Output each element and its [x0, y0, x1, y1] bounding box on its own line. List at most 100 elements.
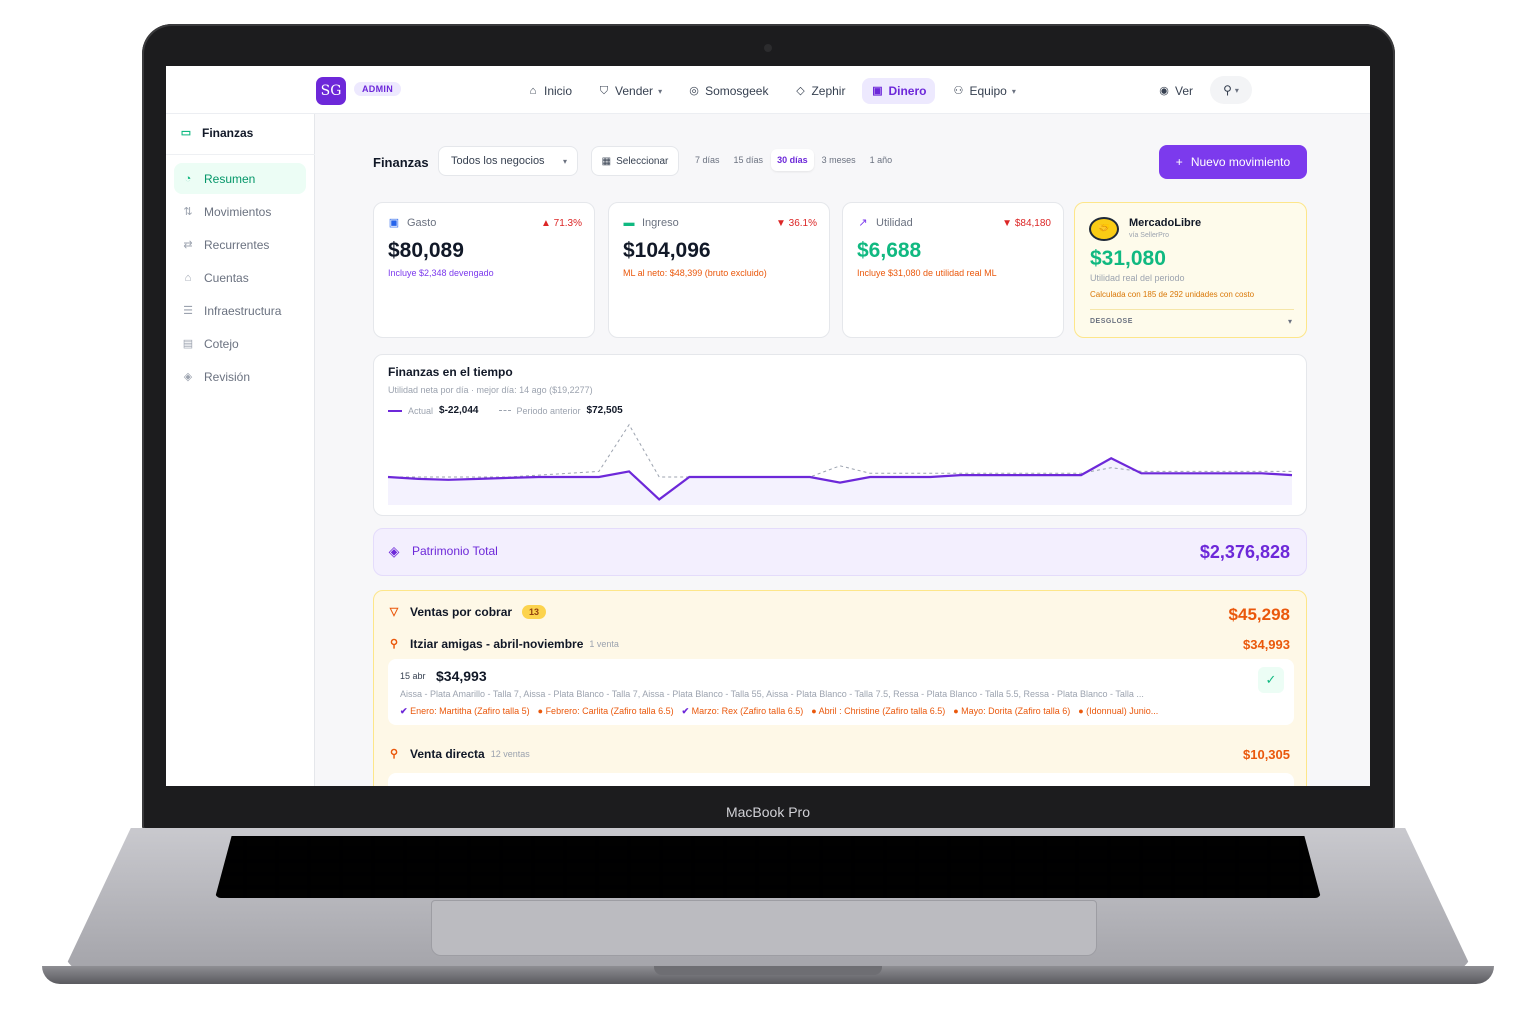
webcam: [764, 44, 772, 52]
nav-vender[interactable]: ⛉ Vender ▾: [589, 78, 671, 104]
note-item: ● (Idonnual) Junio...: [1078, 706, 1158, 717]
check-icon: ✔: [400, 706, 408, 716]
chevron-down-icon: ▾: [1234, 85, 1239, 95]
nav-label: Somosgeek: [705, 84, 769, 98]
device-label: MacBook Pro: [725, 804, 811, 820]
period-1-year[interactable]: 1 año: [864, 149, 899, 171]
trend-icon: ↗: [858, 217, 868, 229]
circle-icon: ●: [811, 706, 817, 716]
patrimonio-card[interactable]: ◈ Patrimonio Total $2,376,828: [373, 528, 1307, 576]
main-nav: ⌂ Inicio ⛉ Vender ▾ ◎ Somosgeek ◇ Zephir ▣ Din…: [518, 78, 1025, 104]
sidebar-item-revision[interactable]: ◈ Revisión: [174, 361, 306, 392]
group-header[interactable]: ⚲ Itziar amigas - abril-noviembre 1 venta: [388, 637, 619, 651]
keyboard: [215, 836, 1321, 898]
sidebar-item-recurrentes[interactable]: ⇄ Recurrentes: [174, 229, 306, 260]
sidebar-item-cotejo[interactable]: ▤ Cotejo: [174, 328, 306, 359]
sidebar-item-label: Movimientos: [204, 204, 272, 219]
group-total: $34,993: [1243, 637, 1290, 652]
card-icon: ▤: [182, 337, 194, 350]
divider: [1090, 309, 1294, 310]
note-item: ● Abril : Christine (Zafiro talla 6.5): [811, 706, 945, 717]
main-content: Finanzas Todos los negocios ▾ ▦ Selecciona…: [315, 114, 1370, 786]
change-badge: ▲ 71.3%: [540, 218, 582, 229]
period-30-days[interactable]: 30 días: [771, 149, 814, 171]
card-subtext: Incluye $31,080 de utilidad real ML: [857, 268, 997, 278]
period-3-months[interactable]: 3 meses: [816, 149, 862, 171]
nav-zephir[interactable]: ◇ Zephir: [785, 78, 854, 104]
note-item: ● Febrero: Carlita (Zafiro talla 6.5): [538, 706, 674, 717]
chart-legend: Actual $-22,044 Periodo anterior $72,505: [388, 405, 623, 416]
finance-chart: Finanzas en el tiempo Utilidad neta por …: [373, 354, 1307, 516]
card-label-text: Utilidad: [876, 217, 913, 229]
view-label: Ver: [1175, 84, 1194, 98]
sale-date: 15 abr: [400, 671, 426, 681]
business-select[interactable]: Todos los negocios ▾: [438, 146, 578, 176]
card-label: ▬ Ingreso: [623, 217, 679, 229]
chevron-down-icon[interactable]: ▾: [1288, 317, 1292, 326]
nav-equipo[interactable]: ⚇ Equipo ▾: [943, 78, 1024, 104]
note-item: ✔ Marzo: Rex (Zafiro talla 6.5): [682, 706, 804, 717]
receivables-total: $45,298: [1228, 605, 1290, 624]
group-count: 12 ventas: [490, 749, 530, 759]
group-header[interactable]: ⚲ Venta directa 12 ventas: [388, 747, 530, 761]
ml-subtext: Utilidad real del periodo: [1090, 273, 1185, 283]
mercadolibre-card[interactable]: 🤝 MercadoLibre vía SellerPro $31,080 Uti…: [1074, 202, 1307, 338]
app-logo[interactable]: SG: [316, 77, 346, 105]
wallet-icon: ▭: [180, 127, 192, 139]
card-label-text: Gasto: [407, 217, 437, 229]
view-button[interactable]: ◉ Ver: [1158, 84, 1193, 98]
new-movement-button[interactable]: + Nuevo movimiento: [1159, 145, 1307, 179]
date-button-label: Seleccionar: [616, 155, 669, 167]
nav-label: Vender: [615, 84, 654, 98]
sidebar-item-infraestructura[interactable]: ☰ Infraestructura: [174, 295, 306, 326]
user-menu[interactable]: ⚲ ▾: [1210, 76, 1252, 104]
patrimonio-value: $2,376,828: [1199, 542, 1290, 562]
sale-row[interactable]: [388, 773, 1294, 786]
note-text: Marzo: Rex (Zafiro talla 6.5): [691, 706, 804, 716]
bank-icon: ⌂: [184, 271, 192, 284]
sidebar-item-cuentas[interactable]: ⌂ Cuentas: [174, 262, 306, 293]
patrimonio-label: ◈ Patrimonio Total: [388, 544, 498, 558]
date-picker-button[interactable]: ▦ Seleccionar: [591, 146, 679, 176]
check-icon: ✔: [681, 706, 690, 716]
ml-value: $31,080: [1090, 247, 1166, 270]
receivables-title: Ventas por cobrar: [410, 605, 513, 619]
nav-dinero[interactable]: ▣ Dinero: [862, 78, 936, 104]
legend-label: Actual: [408, 405, 434, 416]
period-15-days[interactable]: 15 días: [728, 149, 770, 171]
nav-label: Equipo: [969, 84, 1007, 98]
sidebar-item-resumen[interactable]: ◔ Resumen: [174, 163, 306, 194]
utilidad-card[interactable]: ↗ Utilidad ▼ $84,180 $6,688 Incluye $31,0…: [842, 202, 1064, 338]
group-name: Venta directa: [410, 747, 485, 761]
circle-icon: ●: [1078, 706, 1084, 716]
nav-somosgeek[interactable]: ◎ Somosgeek: [679, 78, 777, 104]
dashboard-icon: ◔: [184, 172, 192, 185]
breakdown-toggle[interactable]: DESGLOSE: [1090, 318, 1133, 325]
sidebar-list: ◔ Resumen ⇅ Movimientos ⇄ Recurrentes ⌂ Cuen…: [174, 163, 306, 394]
divider: [166, 154, 315, 155]
calendar-icon: ▦: [601, 155, 612, 167]
user-icon: ⚲: [389, 638, 399, 650]
receivables-header: ▽ Ventas por cobrar 13: [388, 605, 547, 619]
spark-icon: ◎: [689, 85, 699, 97]
sale-amount: $34,993: [436, 668, 487, 684]
shield-check-icon: ◈: [183, 370, 193, 383]
patrimonio-label-text: Patrimonio Total: [412, 544, 498, 558]
sidebar-item-movimientos[interactable]: ⇅ Movimientos: [174, 196, 306, 227]
gasto-card[interactable]: ▣ Gasto ▲ 71.3% $80,089 Incluye $2,348 de…: [373, 202, 595, 338]
sale-notes: ✔ Enero: Martitha (Zafiro talla 5) ● Feb…: [400, 706, 1270, 717]
ingreso-card[interactable]: ▬ Ingreso ▼ 36.1% $104,096 ML al neto: $4…: [608, 202, 830, 338]
sale-row[interactable]: 15 abr $34,993 Aissa - Plata Amarillo - …: [388, 659, 1294, 725]
legend-swatch-actual: [388, 409, 402, 412]
eye-icon: ◉: [1159, 85, 1169, 97]
mark-paid-button[interactable]: ✓: [1258, 667, 1284, 693]
period-7-days[interactable]: 7 días: [689, 149, 726, 171]
legend-label: Periodo anterior: [516, 405, 581, 416]
sidebar-item-label: Revisión: [204, 369, 251, 384]
note-item: ✔ Enero: Martitha (Zafiro talla 5): [400, 706, 530, 717]
plus-icon: +: [1175, 155, 1183, 169]
mercadolibre-logo-icon: 🤝: [1089, 217, 1119, 241]
nav-inicio[interactable]: ⌂ Inicio: [518, 78, 581, 104]
card-value: $6,688: [857, 239, 922, 262]
user-icon: ⚲: [389, 748, 399, 760]
